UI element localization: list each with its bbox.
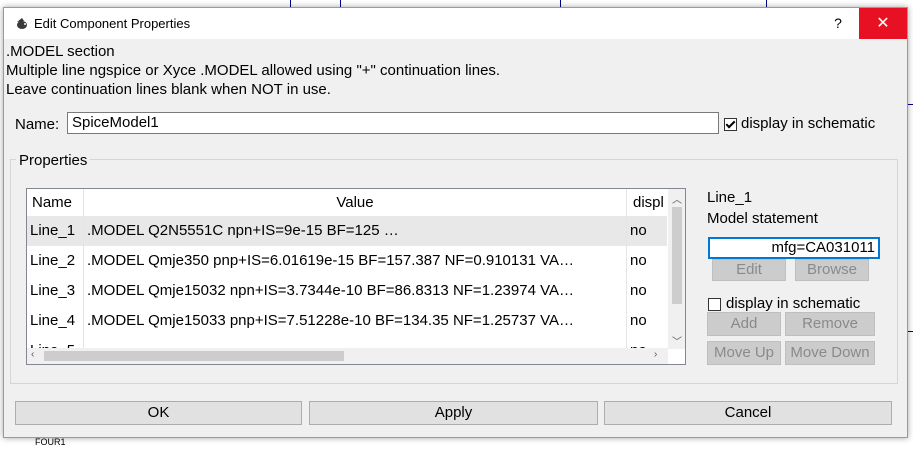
schematic-label: FOUR1 [35, 437, 66, 447]
checkbox-checked-icon[interactable] [724, 117, 737, 131]
row-name-cell[interactable]: Line_4 [27, 306, 84, 336]
scroll-left-icon[interactable]: ‹ [31, 349, 34, 360]
schematic-wire [290, 0, 291, 7]
table-row[interactable]: Line_3 .MODEL Qmje15032 npn+IS=3.7344e-1… [27, 276, 667, 306]
row-display-cell[interactable]: no [627, 216, 668, 246]
cancel-button[interactable]: Cancel [604, 401, 892, 425]
intro-line: .MODEL section [6, 43, 115, 60]
apply-button[interactable]: Apply [309, 401, 598, 425]
row-value-cell[interactable]: .MODEL Qmje15033 pnp+IS=7.51228e-10 BF=1… [84, 306, 627, 336]
table-header: Name Value displ [27, 189, 667, 217]
dialog-title: Edit Component Properties [34, 16, 191, 31]
app-icon [14, 16, 30, 32]
intro-text: .MODEL section Multiple line ngspice or … [6, 42, 500, 99]
horizontal-scrollbar[interactable]: ‹ › [27, 348, 668, 364]
intro-line: Multiple line ngspice or Xyce .MODEL all… [6, 62, 501, 79]
schematic-wire [340, 0, 341, 7]
column-header-name[interactable]: Name [27, 189, 84, 216]
checkbox-unchecked-icon[interactable] [708, 297, 721, 311]
row-display-cell[interactable]: no [627, 276, 668, 306]
row-value-cell[interactable]: .MODEL Qmje350 pnp+IS=6.01619e-15 BF=157… [84, 246, 627, 276]
table-row[interactable]: Line_1 .MODEL Q2N5551C npn+IS=9e-15 BF=1… [27, 216, 667, 246]
intro-line: Leave continuation lines blank when NOT … [6, 81, 331, 98]
browse-button[interactable]: Browse [795, 259, 869, 281]
title-bar: Edit Component Properties ? ✕ [4, 8, 907, 39]
move-down-button[interactable]: Move Down [785, 341, 875, 365]
model-statement-input[interactable]: mfg=CA031011 [708, 237, 880, 259]
ok-button[interactable]: OK [15, 401, 302, 425]
scroll-up-icon[interactable]: ︿ [672, 191, 682, 206]
row-display-cell[interactable]: no [627, 306, 668, 336]
scroll-down-icon[interactable]: ﹀ [672, 333, 682, 348]
table-row[interactable]: Line_4 .MODEL Qmje15033 pnp+IS=7.51228e-… [27, 306, 667, 336]
properties-title: Properties [16, 152, 91, 169]
name-label: Name: [15, 116, 60, 133]
checkbox-label: display in schematic [726, 295, 861, 312]
name-display-in-schematic-checkbox[interactable]: display in schematic [724, 115, 875, 132]
row-value-cell[interactable]: .MODEL Qmje15032 npn+IS=3.7344e-10 BF=86… [84, 276, 627, 306]
close-button[interactable]: ✕ [859, 8, 907, 39]
help-button[interactable]: ? [816, 8, 860, 39]
vertical-scrollbar[interactable]: ︿ ﹀ [668, 189, 685, 349]
row-value-cell[interactable]: .MODEL Q2N5551C npn+IS=9e-15 BF=125 … [84, 216, 627, 246]
column-header-value[interactable]: Value [84, 189, 627, 216]
selected-line-label: Line_1 [707, 189, 753, 206]
vertical-scroll-thumb[interactable] [672, 207, 682, 304]
schematic-wire [766, 0, 767, 7]
model-statement-label: Model statement [707, 210, 818, 227]
row-name-cell[interactable]: Line_1 [27, 216, 84, 246]
name-input[interactable]: SpiceModel1 [67, 112, 719, 134]
horizontal-scroll-thumb[interactable] [44, 351, 344, 361]
table-row[interactable]: Line_2 .MODEL Qmje350 pnp+IS=6.01619e-15… [27, 246, 667, 276]
row-display-cell[interactable]: no [627, 246, 668, 276]
scroll-right-icon[interactable]: › [654, 349, 657, 360]
edit-button[interactable]: Edit [712, 259, 786, 281]
column-header-display[interactable]: displ [627, 189, 668, 216]
add-button[interactable]: Add [707, 312, 781, 336]
schematic-wire [560, 0, 561, 7]
move-up-button[interactable]: Move Up [707, 341, 781, 365]
properties-table: Name Value displ Line_1 .MODEL Q2N5551C … [26, 188, 686, 365]
row-name-cell[interactable]: Line_3 [27, 276, 84, 306]
edit-component-dialog: Edit Component Properties ? ✕ .MODEL sec… [3, 7, 908, 438]
checkbox-label: display in schematic [741, 115, 876, 132]
remove-button[interactable]: Remove [785, 312, 875, 336]
line-display-in-schematic-checkbox[interactable]: display in schematic [708, 295, 860, 312]
row-name-cell[interactable]: Line_2 [27, 246, 84, 276]
